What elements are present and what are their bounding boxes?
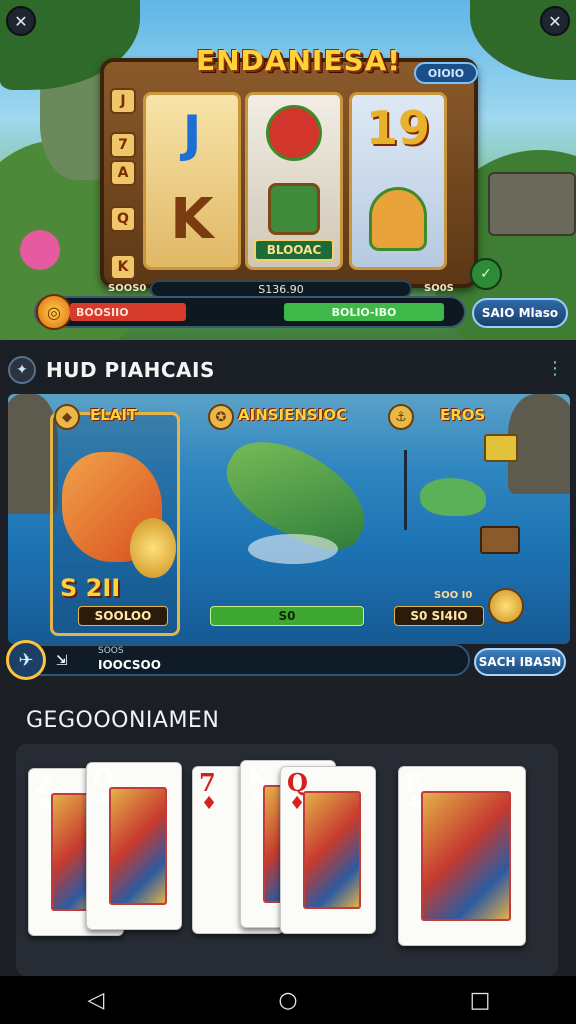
bar-left-stat: SOOS0 <box>108 283 147 294</box>
girl-symbol <box>369 187 427 251</box>
side-icon-k: K <box>110 254 136 280</box>
small-fish <box>420 478 486 516</box>
green-kite-symbol: K <box>170 187 214 252</box>
shield-icon: ◆ <box>54 404 80 430</box>
anchor-icon: ⚓ <box>388 404 414 430</box>
coin-stack <box>130 518 176 578</box>
slot-title: ENDANIESA! <box>196 44 402 77</box>
autoplay-icon[interactable]: ✓ <box>470 258 502 290</box>
splash <box>248 534 338 564</box>
bus-decoration <box>488 172 576 236</box>
fish-scene: ◆ ELAIT S 2II SOOLOO ✪ AINSIENSIOC S0 ⚓ … <box>8 394 570 644</box>
fish-status-bar <box>8 644 470 676</box>
bet-green-label: BOLIO-IBO <box>284 303 444 321</box>
treasure-box <box>484 434 518 462</box>
hunter-symbol <box>268 183 320 235</box>
panel-eros-title: EROS <box>440 406 486 424</box>
side-plate: SOO I0 <box>434 590 473 601</box>
game-screen: ✕ ✕ ENDANIESA! OIOIO J 7 A Q K J K BLOOA… <box>0 0 576 1024</box>
panel-elait-title: ELAIT <box>90 406 138 424</box>
card-art <box>303 791 361 909</box>
reel-1: J K <box>143 92 241 270</box>
settings-x-icon[interactable]: ✕ <box>540 6 570 36</box>
flower-decoration <box>20 230 60 270</box>
fish-action-button[interactable]: SACH IBASN <box>474 648 566 676</box>
bar-small-label: SOOS <box>98 646 124 656</box>
slot-machine-section: ✕ ✕ ENDANIESA! OIOIO J 7 A Q K J K BLOOA… <box>0 0 576 340</box>
plane-icon[interactable]: ✈ <box>6 640 46 680</box>
bar-value: IOOCSOO <box>98 658 161 672</box>
close-x-icon[interactable]: ✕ <box>6 6 36 36</box>
playing-card-5[interactable]: Q ♦ <box>280 766 376 934</box>
panel-middle-title: AINSIENSIOC <box>238 406 348 424</box>
android-nav-bar: ◁ ○ □ <box>0 976 576 1024</box>
top-badge[interactable]: OIOIO <box>414 62 478 84</box>
playing-card-6[interactable]: K ♣ <box>398 766 526 946</box>
fish-header: ✦ HUD PIAHCAIS ⋮ <box>0 348 576 392</box>
blue-fish-symbol: J <box>182 105 202 163</box>
panel-elait-amount: S 2II <box>60 574 121 602</box>
panel-middle-plate: S0 <box>210 606 364 626</box>
red-mask-symbol <box>266 105 322 161</box>
panel-elait-plate: SOOLOO <box>78 606 168 626</box>
compass-icon[interactable]: ✦ <box>8 356 36 384</box>
ten-symbol: 19 <box>365 101 431 155</box>
cards-title: GEGOOONIAMEN <box>26 708 220 733</box>
bar-right-stat: SO0S <box>424 283 454 294</box>
arrow-icon: ⇲ <box>56 653 68 669</box>
crate <box>480 526 520 554</box>
cards-section: GEGOOONIAMEN Z ♠ Q ♣ 7 ♦ K ♠ Q ♦ K ♣ <box>0 686 576 976</box>
card-rank: 7 <box>199 768 216 797</box>
side-icon-q: Q <box>110 206 136 232</box>
card-rank: Z <box>35 770 53 799</box>
playing-card-2[interactable]: Q ♣ <box>86 762 182 930</box>
balance-red-label: BOOSIIO <box>70 303 186 321</box>
reel-2: BLOOAC <box>245 92 343 270</box>
reel-caption: BLOOAC <box>254 239 334 261</box>
side-icon-a: A <box>110 160 136 186</box>
side-icon-7: 7 <box>110 132 136 158</box>
spin-button[interactable]: SAIO Mlaso <box>472 298 568 328</box>
card-art <box>421 791 511 921</box>
side-icon-j: J <box>110 88 136 114</box>
home-icon[interactable]: ○ <box>264 980 312 1020</box>
back-icon[interactable]: ◁ <box>72 980 120 1020</box>
coin-icon[interactable]: ◎ <box>36 294 72 330</box>
reel-3: 19 <box>349 92 447 270</box>
card-art <box>109 787 167 905</box>
panel-eros-plate: S0 SI4IO <box>394 606 484 626</box>
gold-coin-icon[interactable] <box>488 588 524 624</box>
card-suit: ♦ <box>201 793 218 814</box>
more-menu-icon[interactable]: ⋮ <box>546 358 564 379</box>
fishing-line <box>404 450 407 530</box>
recent-apps-icon[interactable]: □ <box>456 980 504 1020</box>
fish-section-title: HUD PIAHCAIS <box>46 358 215 382</box>
medal-icon: ✪ <box>208 404 234 430</box>
